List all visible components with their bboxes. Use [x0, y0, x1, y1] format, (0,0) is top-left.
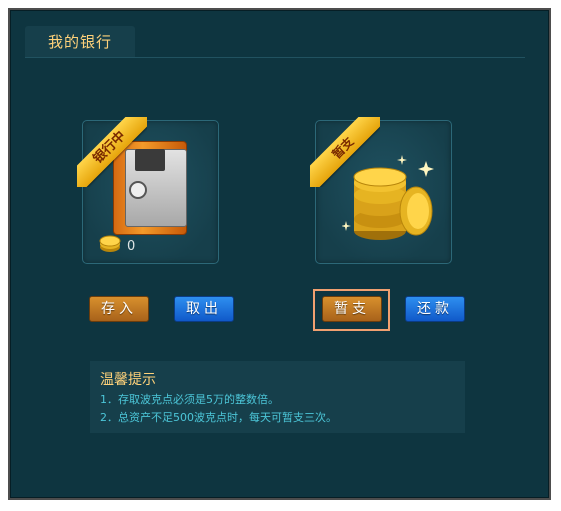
bank-ribbon: 银行中	[77, 117, 147, 187]
tips-line-2: 2．总资产不足500波克点时，每天可暂支三次。	[100, 411, 337, 424]
tips-panel: 温馨提示 1．存取波克点必须是5万的整数倍。 2．总资产不足500波克点时，每天…	[90, 361, 465, 433]
header-tab: 我的银行	[25, 26, 135, 58]
borrow-button[interactable]: 暂支	[322, 296, 382, 322]
borrow-ribbon-label: 暂支	[310, 117, 380, 187]
deposit-button[interactable]: 存入	[89, 296, 149, 322]
withdraw-button[interactable]: 取出	[174, 296, 234, 322]
tips-title: 温馨提示	[100, 372, 156, 388]
coin-count: 0	[127, 239, 136, 254]
repay-button[interactable]: 还款	[405, 296, 465, 322]
coin-icon	[99, 235, 121, 252]
bank-ribbon-label: 银行中	[77, 117, 147, 187]
borrow-ribbon: 暂支	[310, 117, 380, 187]
bank-card: 银行中 0	[77, 117, 219, 264]
tips-line-1: 1．存取波克点必须是5万的整数倍。	[100, 393, 279, 406]
borrow-card: 暂支	[310, 117, 452, 264]
page-title: 我的银行	[47, 33, 112, 51]
header-divider	[25, 57, 525, 58]
